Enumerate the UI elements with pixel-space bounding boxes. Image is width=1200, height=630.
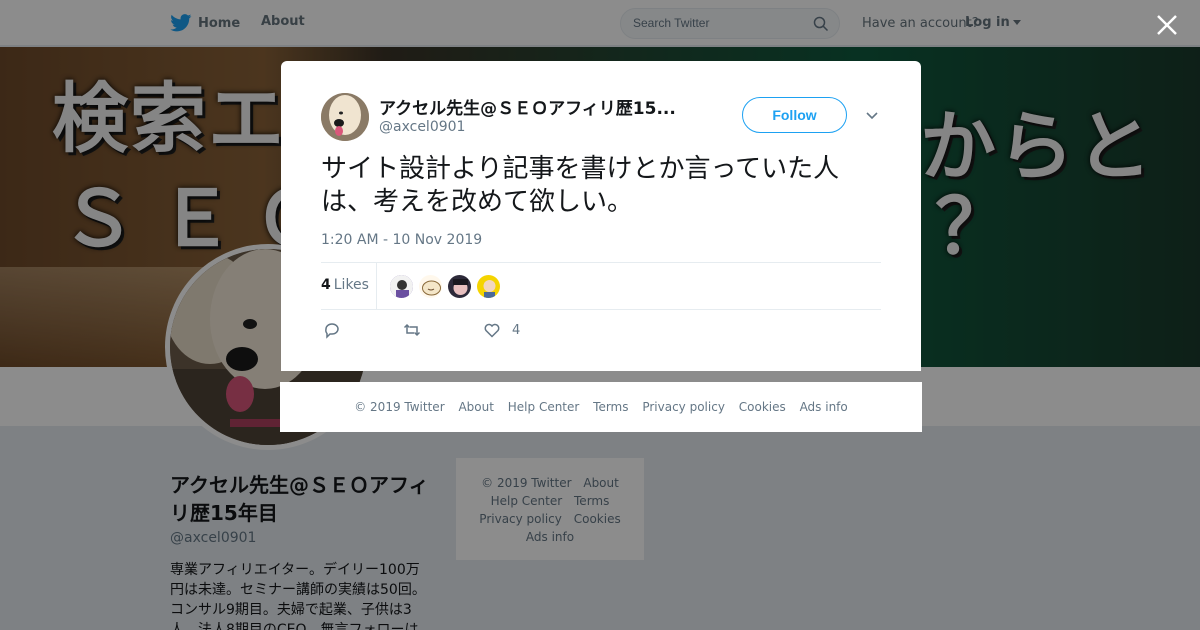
modal-footer-about[interactable]: About: [458, 400, 493, 414]
like-button[interactable]: 4: [483, 321, 520, 339]
liker-avatar[interactable]: [418, 274, 443, 299]
tweet-author-avatar[interactable]: [321, 93, 369, 141]
reply-icon: [325, 323, 339, 339]
modal-footer-help[interactable]: Help Center: [508, 400, 580, 414]
tweet-modal: アクセル先生@ＳＥＯアフィリ歴15... @axcel0901 Follow サ…: [281, 61, 921, 371]
retweet-button[interactable]: [403, 321, 421, 339]
retweet-icon: [403, 323, 421, 337]
tweet-text: サイト設計より記事を書けとか言っていた人は、考えを改めて欲しい。: [321, 154, 840, 217]
stats-divider: [376, 263, 377, 310]
liker-avatar[interactable]: [447, 274, 472, 299]
chevron-down-icon[interactable]: [865, 109, 879, 123]
modal-footer-terms[interactable]: Terms: [593, 400, 628, 414]
likes-count: 4: [321, 277, 331, 293]
modal-footer-cookies[interactable]: Cookies: [739, 400, 786, 414]
likes-label: Likes: [333, 277, 369, 293]
modal-footer-privacy[interactable]: Privacy policy: [642, 400, 725, 414]
tweet-timestamp[interactable]: 1:20 AM - 10 Nov 2019: [321, 232, 482, 248]
like-action-count: 4: [512, 322, 521, 338]
tweet-actions: 4: [321, 321, 881, 343]
modal-footer-copyright: © 2019 Twitter: [354, 400, 445, 414]
tweet-author-name[interactable]: アクセル先生@ＳＥＯアフィリ歴15...: [379, 94, 709, 119]
modal-footer-ads[interactable]: Ads info: [800, 400, 848, 414]
follow-button[interactable]: Follow: [742, 97, 847, 133]
dog-avatar: [321, 93, 369, 141]
tweet-stats: 4 Likes: [321, 262, 881, 310]
liker-avatar[interactable]: [389, 274, 414, 299]
likes-stat[interactable]: 4 Likes: [321, 277, 369, 293]
modal-footer: © 2019 Twitter About Help Center Terms P…: [280, 382, 922, 432]
close-icon[interactable]: [1154, 12, 1180, 38]
tweet-author-handle[interactable]: @axcel0901: [379, 119, 465, 135]
reply-button[interactable]: [323, 321, 341, 339]
heart-icon: [484, 323, 500, 338]
liker-avatar[interactable]: [476, 274, 501, 299]
